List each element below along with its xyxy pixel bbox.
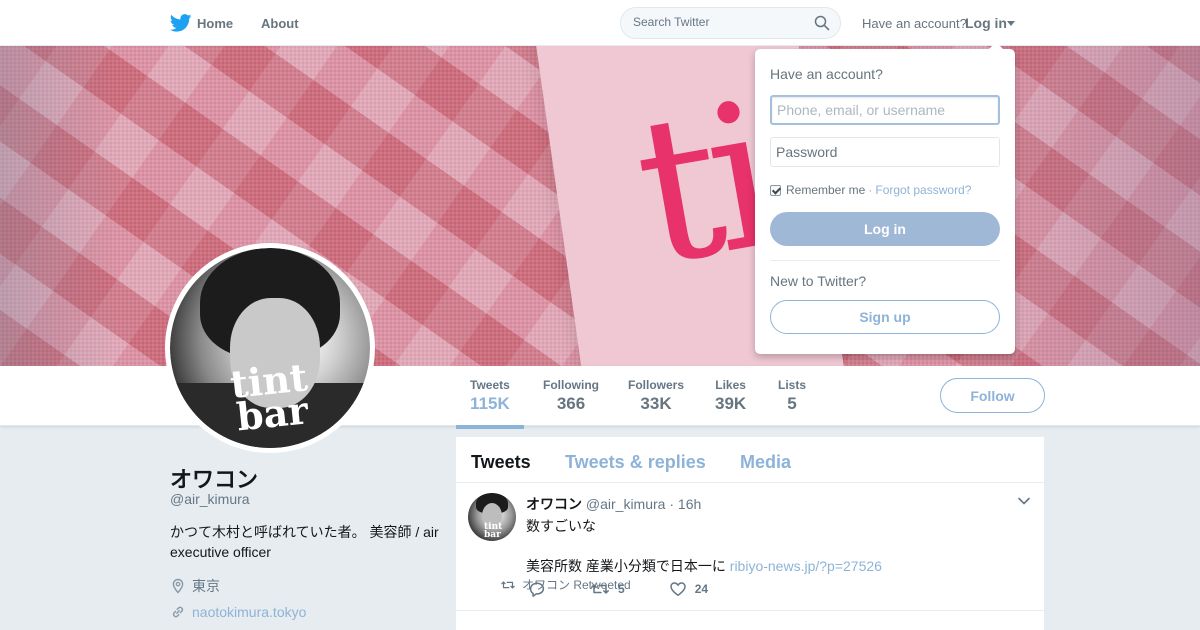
dropdown-divider xyxy=(770,260,1000,261)
nav-about-link[interactable]: About xyxy=(261,16,299,31)
active-tab-underline xyxy=(456,425,524,429)
stat-value: 39K xyxy=(715,394,747,413)
chevron-down-icon[interactable] xyxy=(1018,497,1030,505)
tweet-separator: · xyxy=(669,496,675,512)
profile-bio: かつて木村と呼ばれていた者。 美容師 / air executive offic… xyxy=(170,524,439,560)
tweet-link[interactable]: ribiyo-news.jp/?p=27526 xyxy=(730,558,882,574)
tweet-timestamp[interactable]: 16h xyxy=(678,496,701,512)
new-to-twitter-text: New to Twitter? xyxy=(770,273,867,289)
tweet-header: オワコン @air_kimura · 16h xyxy=(526,494,701,514)
retweeted-context: オワコン Retweeted xyxy=(500,576,631,593)
twitter-bird-icon[interactable] xyxy=(170,14,192,32)
timeline-tabs: Tweets Tweets & replies Media xyxy=(456,437,1044,483)
login-dropdown: Have an account? Remember me · Forgot pa… xyxy=(755,49,1015,354)
remember-row: Remember me · Forgot password? xyxy=(770,183,971,197)
forgot-password-link[interactable]: Forgot password? xyxy=(875,183,971,197)
tweet-text: 数すごいな 美容所数 産業小分類で日本一に ribiyo-news.jp/?p=… xyxy=(526,516,882,576)
location-pin-icon xyxy=(172,578,184,594)
separator-dot: · xyxy=(868,183,873,197)
profile-url-link[interactable]: naotokimura.tokyo xyxy=(192,604,306,620)
heart-icon[interactable] xyxy=(669,581,687,597)
profile-handle[interactable]: @air_kimura xyxy=(170,491,250,507)
stat-label: Lists xyxy=(778,378,807,392)
profile-location: 東京 xyxy=(170,576,220,596)
profile-avatar[interactable]: tint bar xyxy=(165,243,375,453)
tab-media[interactable]: Media xyxy=(740,452,791,473)
location-text: 東京 xyxy=(192,578,220,594)
stat-value: 5 xyxy=(787,394,797,413)
stat-likes[interactable]: Likes 39K xyxy=(715,378,746,414)
password-field[interactable] xyxy=(770,137,1000,167)
avatar-brand-logo: tint bar xyxy=(228,354,313,440)
tweet-avatar-brand: tint bar xyxy=(484,523,502,540)
stat-label: Followers xyxy=(628,378,685,392)
stat-label: Tweets xyxy=(470,378,510,392)
caret-down-icon[interactable] xyxy=(1007,21,1015,26)
tab-tweets[interactable]: Tweets xyxy=(471,452,531,473)
like-action[interactable]: 24 xyxy=(669,581,708,597)
tweet-avatar[interactable]: tint bar xyxy=(468,493,516,541)
timeline: Tweets Tweets & replies Media tint bar オ… xyxy=(456,437,1044,630)
retweeted-text[interactable]: オワコン Retweeted xyxy=(522,576,631,593)
login-menu-link[interactable]: Log in xyxy=(965,15,1007,31)
link-icon xyxy=(172,606,184,618)
tweet-avatar-brand-line2: bar xyxy=(484,530,501,540)
profile-url[interactable]: naotokimura.tokyo xyxy=(170,604,306,620)
search-icon[interactable] xyxy=(814,15,830,31)
stat-lists[interactable]: Lists 5 xyxy=(778,378,806,414)
stat-label: Following xyxy=(543,378,599,392)
avatar-photo: tint bar xyxy=(170,248,370,448)
search-input[interactable] xyxy=(633,15,808,29)
stat-label: Likes xyxy=(715,378,746,392)
stat-tweets[interactable]: Tweets 115K xyxy=(456,378,524,429)
username-field[interactable] xyxy=(770,95,1000,125)
remember-me-checkbox[interactable] xyxy=(770,184,781,196)
follow-button[interactable]: Follow xyxy=(940,378,1045,413)
tweet-text-line1: 数すごいな xyxy=(526,518,596,534)
profile-name[interactable]: オワコン xyxy=(170,462,258,494)
tab-tweets-replies[interactable]: Tweets & replies xyxy=(565,452,706,473)
have-account-text: Have an account? xyxy=(862,16,967,31)
login-button[interactable]: Log in xyxy=(770,212,1000,246)
top-nav: Home About Have an account? Log in xyxy=(0,0,1200,46)
signup-button[interactable]: Sign up xyxy=(770,300,1000,334)
dropdown-title: Have an account? xyxy=(770,66,883,82)
stat-following[interactable]: Following 366 xyxy=(543,378,599,414)
dropdown-arrow xyxy=(988,42,1004,50)
nav-home-link[interactable]: Home xyxy=(197,16,233,31)
like-count: 24 xyxy=(694,582,709,596)
stat-followers[interactable]: Followers 33K xyxy=(628,378,684,414)
tweet-author-handle[interactable]: @air_kimura xyxy=(586,496,666,512)
stat-value: 366 xyxy=(556,394,586,413)
tweet-text-line2: 美容所数 産業小分類で日本一に xyxy=(526,558,726,574)
avatar-brand-line2: bar xyxy=(234,387,311,440)
remember-me-label[interactable]: Remember me xyxy=(786,183,865,197)
tweet-author-name[interactable]: オワコン xyxy=(526,496,582,512)
stat-value: 33K xyxy=(640,394,672,413)
banner-shade-left xyxy=(0,46,120,366)
stat-value: 115K xyxy=(470,394,510,413)
retweet-icon xyxy=(501,580,515,589)
search-box[interactable] xyxy=(620,7,841,39)
